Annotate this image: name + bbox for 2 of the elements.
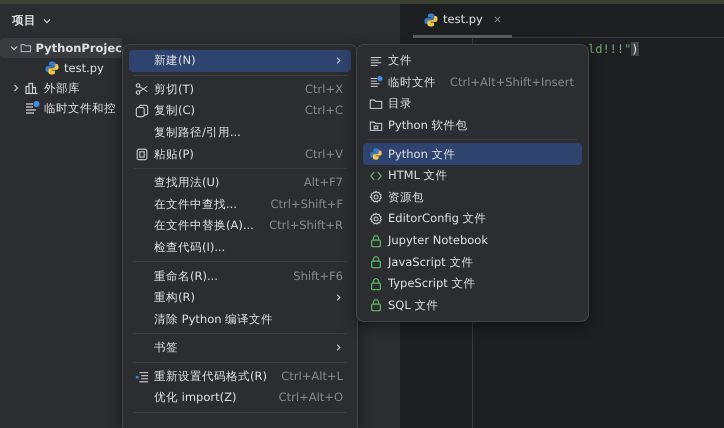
matched-bracket: ) xyxy=(631,42,639,56)
string-literal: ld!!!" xyxy=(588,42,632,56)
